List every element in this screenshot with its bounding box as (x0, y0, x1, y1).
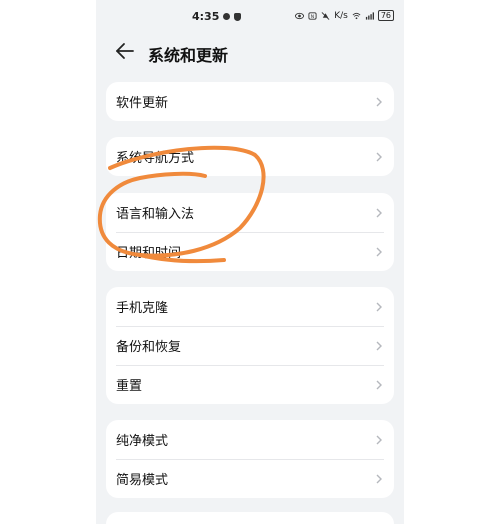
settings-row-simple-mode[interactable]: 简易模式 (106, 459, 394, 498)
notification-dot-icon (223, 13, 231, 20)
settings-group-navigation: 系统导航方式 (106, 137, 394, 176)
chevron-right-icon (376, 247, 382, 256)
chevron-right-icon (376, 302, 382, 311)
settings-group-software: 软件更新 (106, 82, 394, 121)
row-label: 系统导航方式 (116, 151, 195, 166)
settings-row-pure-mode[interactable]: 纯净模式 (106, 420, 394, 459)
status-left: 4:35 (192, 10, 242, 23)
back-arrow-icon[interactable] (114, 40, 136, 62)
row-label: 简易模式 (116, 473, 169, 488)
battery-indicator: 76 (377, 10, 394, 21)
phone-screen: 4:35 N K/s 76 系统和更新 软件更新 系统导航方式 语言和输入法 日… (96, 0, 404, 524)
settings-group-next (106, 512, 394, 524)
row-label: 日期和时间 (116, 246, 182, 261)
settings-row-software-update[interactable]: 软件更新 (106, 82, 394, 121)
chevron-right-icon (376, 435, 382, 444)
chevron-right-icon (376, 474, 382, 483)
header: 系统和更新 (96, 34, 404, 70)
settings-group-backup: 手机克隆 备份和恢复 重置 (106, 287, 394, 404)
settings-row-language-input[interactable]: 语言和输入法 (106, 193, 394, 232)
settings-group-language-date: 语言和输入法 日期和时间 (106, 193, 394, 271)
row-label: 备份和恢复 (116, 340, 182, 355)
nfc-icon: N (308, 11, 317, 19)
chevron-right-icon (376, 341, 382, 350)
chevron-right-icon (376, 97, 382, 106)
row-label: 语言和输入法 (116, 207, 195, 222)
settings-row-phone-clone[interactable]: 手机克隆 (106, 287, 394, 326)
page-title: 系统和更新 (148, 46, 229, 65)
row-label: 手机克隆 (116, 301, 169, 316)
row-label: 重置 (116, 379, 143, 394)
wifi-icon (352, 12, 361, 19)
shield-icon (234, 12, 242, 21)
chevron-right-icon (376, 208, 382, 217)
svg-text:N: N (311, 13, 314, 19)
settings-row-navigation[interactable]: 系统导航方式 (106, 137, 394, 176)
row-label: 纯净模式 (116, 434, 169, 449)
settings-row-date-time[interactable]: 日期和时间 (106, 232, 394, 271)
mute-icon (321, 11, 330, 20)
network-speed: K/s (334, 10, 348, 21)
status-right: N K/s 76 (295, 10, 394, 21)
signal-icon (365, 11, 374, 20)
status-time: 4:35 (192, 10, 220, 23)
chevron-right-icon (376, 380, 382, 389)
eye-icon (295, 12, 305, 19)
status-bar: 4:35 N K/s 76 (96, 0, 404, 34)
settings-row-backup-restore[interactable]: 备份和恢复 (106, 326, 394, 365)
chevron-right-icon (376, 152, 382, 161)
row-label: 软件更新 (116, 96, 169, 111)
settings-group-modes: 纯净模式 简易模式 (106, 420, 394, 498)
settings-row-reset[interactable]: 重置 (106, 365, 394, 404)
